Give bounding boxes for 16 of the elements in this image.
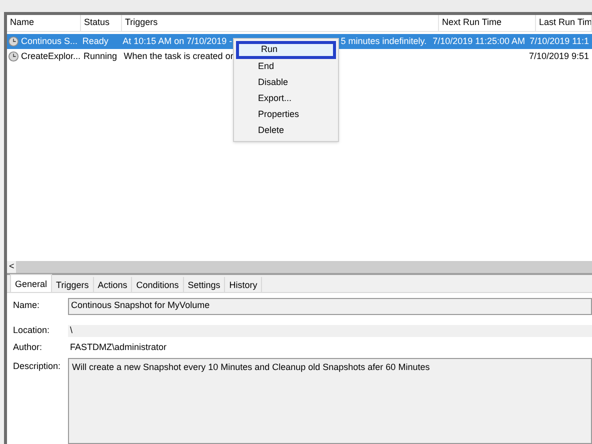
table-cell-text: At 10:15 AM on 7/10/2019 -	[122, 34, 232, 48]
table-cell-text: CreateExplor...	[21, 50, 81, 63]
table-cell: Running	[84, 50, 118, 61]
author-value: FASTDMZ\administrator	[69, 341, 168, 354]
field-label: Author:	[13, 341, 44, 354]
field-label: Description:	[13, 360, 62, 373]
table-cell: 7/10/2019 11:25:00 AM	[432, 36, 526, 46]
table-cell-text: Continous S...	[21, 34, 78, 48]
field-label: Location:	[13, 324, 51, 338]
table-cell: Ready	[82, 36, 108, 46]
field-label: Name:	[13, 299, 41, 312]
table-cell-text: 5 minutes indefinitely.	[340, 34, 427, 48]
table-cell: 7/10/2019 9:51	[528, 50, 589, 61]
table-cell-text: When the task is created or	[124, 50, 234, 63]
table-cell: 7/10/2019 11:1	[530, 36, 589, 46]
location-field: \	[68, 325, 592, 337]
